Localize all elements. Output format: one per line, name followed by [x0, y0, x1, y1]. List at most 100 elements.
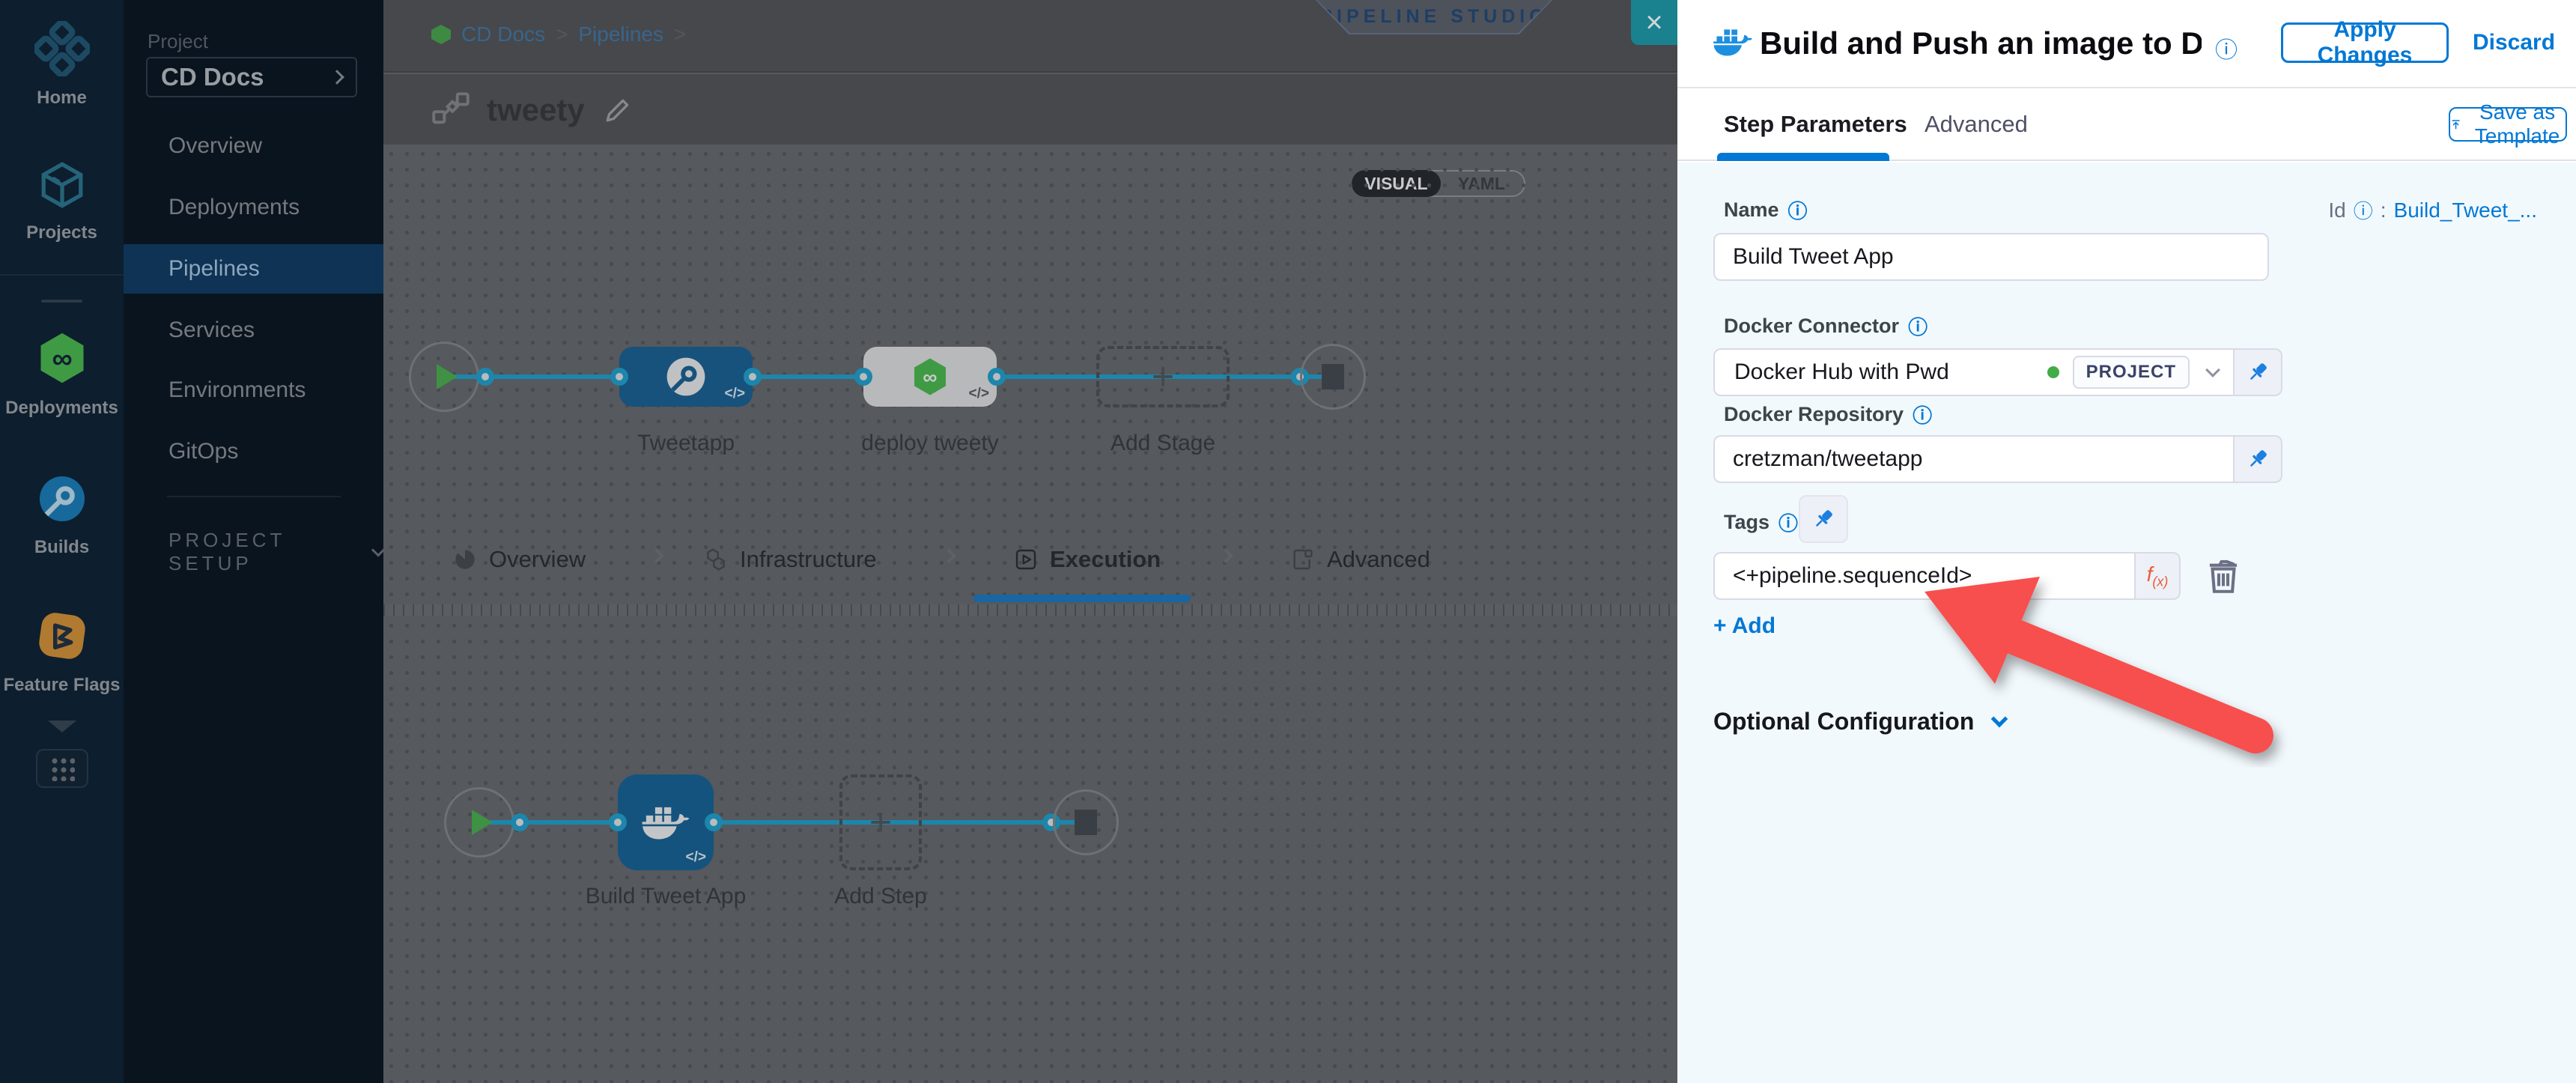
project-selector-value: CD Docs [161, 63, 264, 91]
grid-icon [49, 756, 75, 781]
stage-node-tweetapp[interactable]: </> [619, 347, 753, 407]
docker-connector-label: Docker Connector ⓘ [1724, 312, 1928, 340]
connector-ring [744, 368, 762, 386]
sidebar-collapse-handle[interactable] [41, 300, 82, 303]
step-end-node[interactable] [1053, 789, 1119, 855]
play-icon [437, 364, 458, 389]
chevron-down-icon[interactable] [48, 721, 76, 732]
info-icon[interactable]: ⓘ [2215, 31, 2238, 64]
cd-module-icon [431, 25, 451, 44]
add-step-button[interactable]: + [839, 774, 922, 870]
sidebar-item-home[interactable]: Home [0, 21, 124, 109]
edit-pencil-icon[interactable] [601, 94, 634, 127]
pipeline-studio-badge-label: PIPELINE STUDIO [1317, 0, 1551, 33]
stop-icon [1322, 364, 1344, 389]
title-bar: tweety VISUAL YAML [383, 74, 1677, 145]
delete-tag-icon[interactable] [2202, 553, 2245, 597]
tab-advanced[interactable]: Advanced [1925, 111, 2028, 138]
step-id-row: Id ⓘ : Build_Tweet_... [1938, 196, 2537, 224]
sidebar-item-label: Home [0, 88, 124, 109]
plus-icon: + [1152, 354, 1174, 399]
pin-icon [1811, 506, 1836, 532]
chevron-separator-icon [1218, 548, 1233, 563]
step-id-value[interactable]: Build_Tweet_... [2394, 198, 2537, 222]
tab-advanced[interactable]: Advanced [1291, 546, 1430, 573]
chevron-separator-icon [941, 548, 956, 563]
tags-input[interactable] [1713, 552, 2136, 600]
stage-node-deploy-tweety[interactable]: ∞ </> [863, 347, 997, 407]
step-node-build-tweet-app[interactable]: </> [618, 774, 714, 870]
sidebar-divider [0, 274, 124, 276]
tab-label: Infrastructure [740, 546, 877, 573]
canvas-ruler [383, 604, 1677, 616]
sidebar-item-label: Builds [0, 537, 124, 558]
tab-step-parameters[interactable]: Step Parameters [1724, 111, 1907, 138]
sidebar-item-projects[interactable]: Projects [0, 159, 124, 243]
step-config-drawer: Build and Push an image to D... ⓘ Apply … [1677, 0, 2576, 1083]
pin-icon [2245, 446, 2270, 472]
discard-button[interactable]: Discard [2473, 30, 2555, 55]
chevron-down-icon [2205, 362, 2220, 377]
sidebar-item-pipelines[interactable]: Pipelines [124, 244, 383, 294]
tags-label: Tags ⓘ [1724, 509, 1798, 536]
project-selector[interactable]: CD Docs [146, 57, 357, 97]
sidebar-item-label: Projects [0, 222, 124, 243]
infrastructure-tab-icon [704, 547, 728, 571]
fx-expression-icon: f(x) [2147, 562, 2169, 590]
pipeline-title: tweety [487, 92, 585, 128]
close-studio-button[interactable]: × [1631, 0, 1677, 45]
step-title: Build and Push an image to D... [1760, 25, 2202, 61]
connector-ring [854, 368, 872, 386]
info-icon[interactable]: ⓘ [1778, 509, 1798, 536]
breadcrumb-pipelines-link[interactable]: Pipelines [578, 22, 663, 46]
tags-expression-button[interactable]: f(x) [2136, 552, 2181, 600]
ci-stage-icon [664, 355, 708, 398]
sidebar-item-label: Deployments [0, 398, 124, 419]
sidebar-item-gitops[interactable]: GitOps [124, 427, 383, 476]
save-as-template-button[interactable]: Save as Template [2449, 107, 2567, 142]
breadcrumb-project-link[interactable]: CD Docs [461, 22, 545, 46]
sidebar-item-overview[interactable]: Overview [124, 121, 383, 171]
tags-pin-button[interactable] [1799, 495, 1848, 543]
selected-tab-underline [1717, 153, 1889, 161]
breadcrumb: CD Docs > Pipelines > [431, 22, 686, 46]
add-stage-button[interactable]: + [1096, 346, 1230, 407]
optional-configuration-toggle[interactable]: Optional Configuration [1713, 708, 2005, 735]
name-input[interactable] [1713, 233, 2269, 281]
add-tag-button[interactable]: + Add [1713, 613, 1775, 639]
tab-execution[interactable]: Execution [1014, 546, 1161, 573]
breadcrumb-separator: > [556, 22, 568, 46]
svg-text:∞: ∞ [52, 343, 72, 374]
pipeline-canvas[interactable]: </> Tweetapp ∞ </> deploy tweety + Add S… [383, 146, 1677, 1083]
sidebar-item-builds[interactable]: Builds [0, 472, 124, 558]
sidebar-item-deployments[interactable]: ∞ Deployments [0, 330, 124, 419]
name-label: Name ⓘ [1724, 196, 1808, 224]
step-start-node[interactable] [444, 787, 514, 858]
sidebar-item-environments[interactable]: Environments [124, 365, 383, 415]
apply-changes-button[interactable]: Apply Changes [2281, 22, 2449, 63]
docker-repository-input[interactable] [1713, 435, 2235, 483]
connector-ring [610, 368, 628, 386]
pipeline-studio-badge: PIPELINE STUDIO [1316, 0, 1552, 34]
selected-tab-underline [973, 595, 1191, 602]
sidebar-item-services[interactable]: Services [124, 306, 383, 355]
repository-pin-suffix[interactable] [2235, 435, 2282, 483]
tab-infrastructure[interactable]: Infrastructure [704, 546, 877, 573]
module-grid-button[interactable] [36, 749, 88, 788]
info-icon[interactable]: ⓘ [1913, 401, 1932, 428]
tab-overview[interactable]: Overview [453, 546, 586, 573]
pin-icon [2245, 360, 2270, 385]
info-icon[interactable]: ⓘ [1788, 196, 1808, 224]
docker-connector-select[interactable]: Docker Hub with Pwd PROJECT [1713, 348, 2235, 396]
projects-icon [36, 159, 88, 211]
project-setup-toggle[interactable]: PROJECT SETUP [168, 529, 383, 575]
sidebar-item-feature-flags[interactable]: Feature Flags [0, 608, 124, 696]
connector-pin-suffix[interactable] [2235, 348, 2282, 396]
info-icon[interactable]: ⓘ [2354, 196, 2373, 224]
docker-repository-label: Docker Repository ⓘ [1724, 401, 1932, 428]
stage-start-node[interactable] [409, 342, 479, 412]
stage-node-label: deploy tweety [861, 431, 998, 456]
sidebar-item-deployments[interactable]: Deployments [124, 183, 383, 232]
info-icon[interactable]: ⓘ [1908, 312, 1928, 340]
stage-end-node[interactable] [1300, 344, 1366, 410]
